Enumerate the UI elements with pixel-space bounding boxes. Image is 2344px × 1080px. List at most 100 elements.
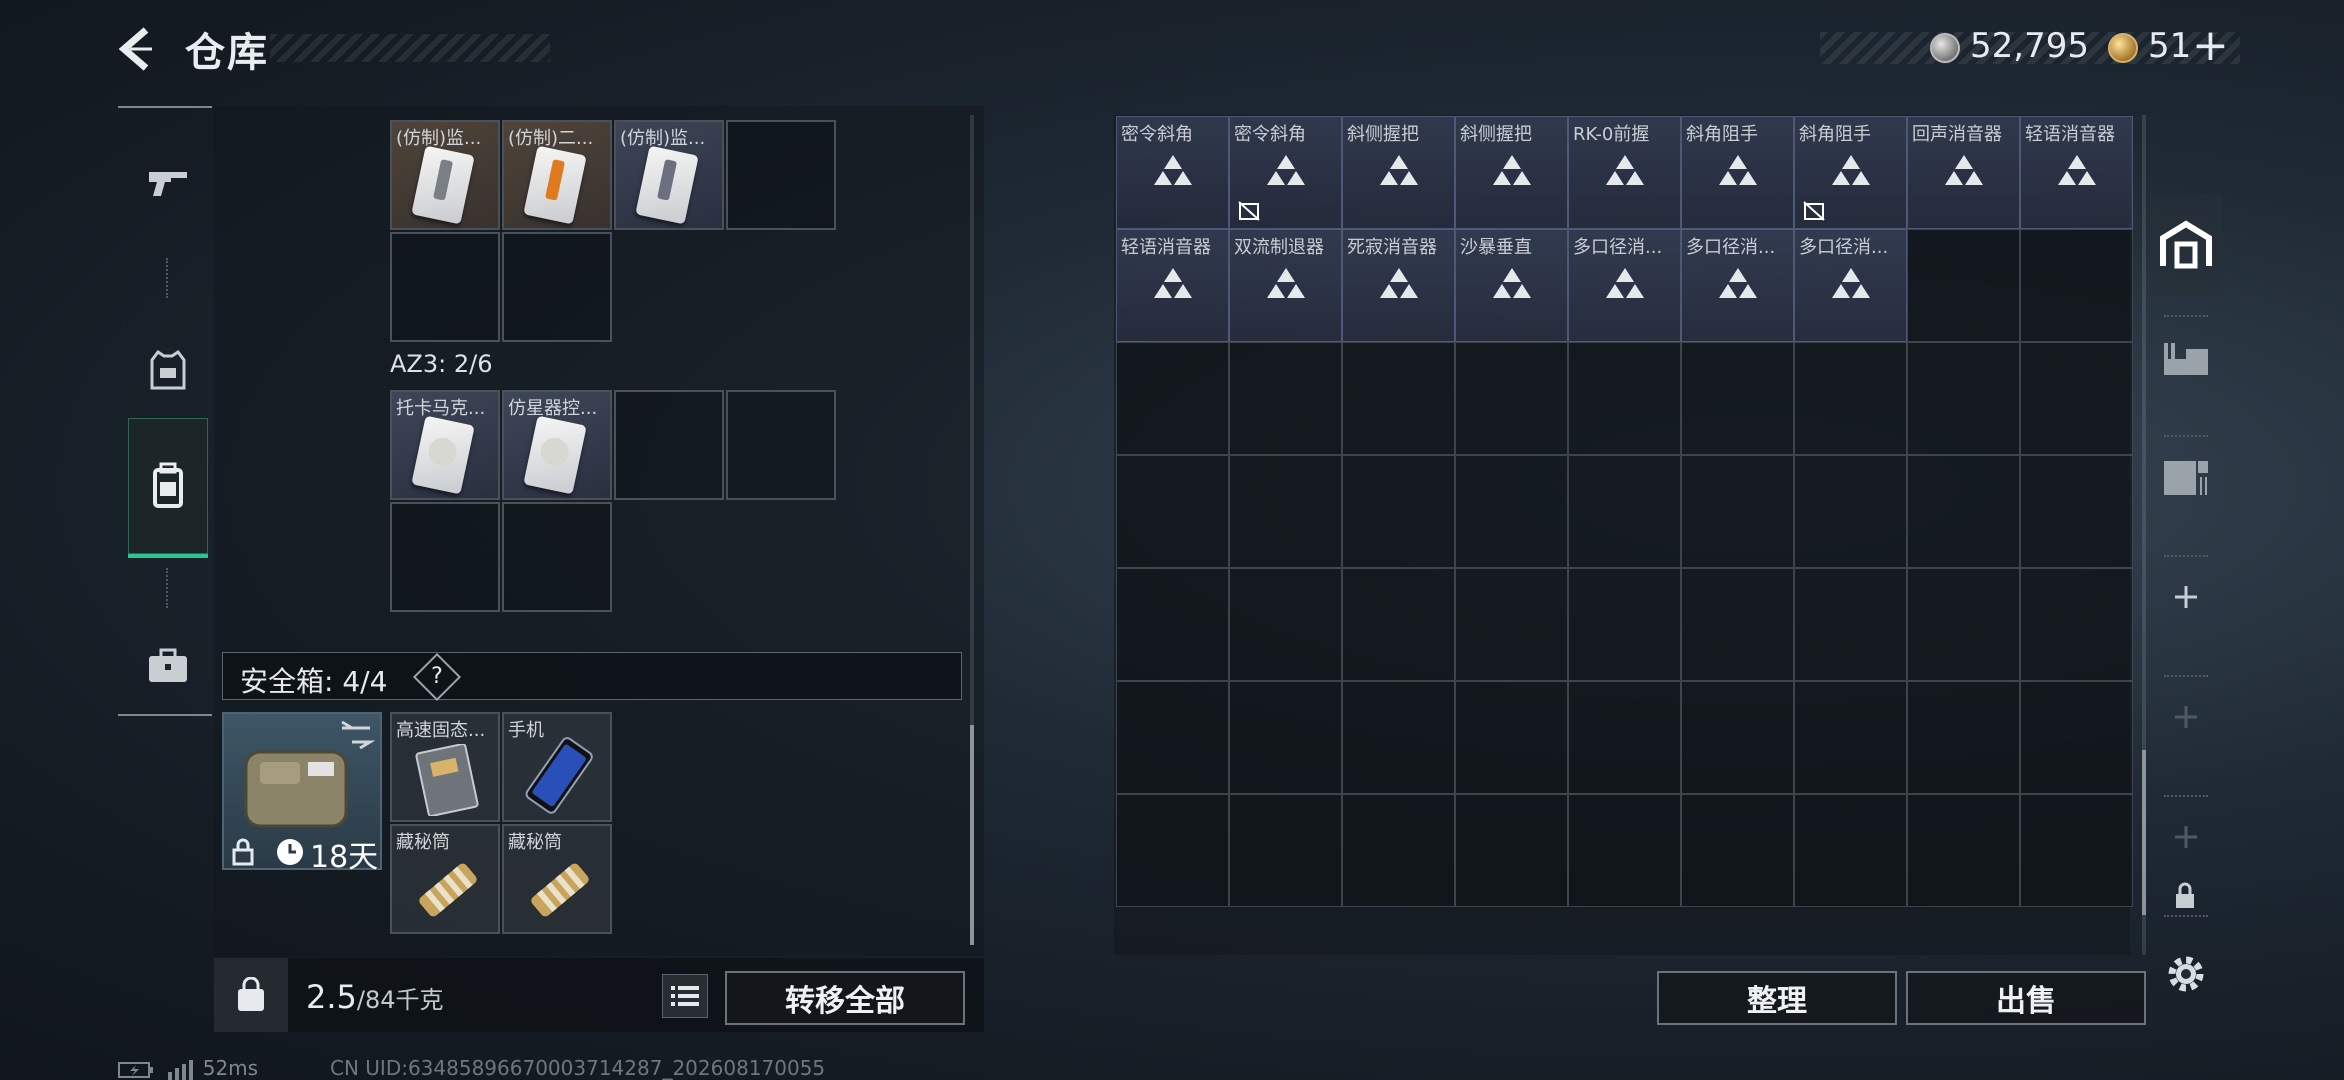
stash-item-slot[interactable]: RK-0前握	[1568, 116, 1681, 229]
empty-slot[interactable]	[502, 502, 612, 612]
weight-lock-button[interactable]	[214, 958, 288, 1032]
sell-button[interactable]: 出售	[1906, 971, 2146, 1025]
safe-box-label: 安全箱: 4/4	[240, 665, 388, 698]
empty-slot[interactable]	[390, 502, 500, 612]
stash-item-slot[interactable]: 斜角阻手	[1794, 116, 1907, 229]
stash-empty-slot[interactable]	[1681, 455, 1794, 568]
item-slot[interactable]: 高速固态...	[390, 712, 500, 822]
stash-empty-slot[interactable]	[2020, 342, 2133, 455]
add-stash-tab-button[interactable]	[2150, 667, 2222, 767]
empty-slot[interactable]	[726, 120, 836, 230]
stash-empty-slot[interactable]	[1681, 568, 1794, 681]
item-slot[interactable]: 仿星器控...	[502, 390, 612, 500]
stash-empty-slot[interactable]	[1116, 681, 1229, 794]
stash-empty-slot[interactable]	[1116, 794, 1229, 907]
stash-item-slot[interactable]: 死寂消音器	[1342, 229, 1455, 342]
stash-item-slot[interactable]: 轻语消音器	[1116, 229, 1229, 342]
keycard-icon	[523, 415, 587, 495]
stash-item-slot[interactable]: 双流制退器	[1229, 229, 1342, 342]
item-slot[interactable]: (仿制)二...	[502, 120, 612, 230]
tab-weapons[interactable]	[128, 114, 208, 250]
stash-empty-slot[interactable]	[1455, 455, 1568, 568]
tab-stash-2[interactable]	[2150, 307, 2222, 407]
stash-item-slot[interactable]: 多口径消...	[1681, 229, 1794, 342]
stash-empty-slot[interactable]	[1229, 794, 1342, 907]
stash-empty-slot[interactable]	[1455, 681, 1568, 794]
stash-empty-slot[interactable]	[1794, 455, 1907, 568]
stash-empty-slot[interactable]	[1794, 342, 1907, 455]
stash-empty-slot[interactable]	[1794, 794, 1907, 907]
stash-empty-slot[interactable]	[1342, 568, 1455, 681]
stash-item-slot[interactable]: 沙暴垂直	[1455, 229, 1568, 342]
stash-empty-slot[interactable]	[1907, 342, 2020, 455]
stash-empty-slot[interactable]	[1568, 681, 1681, 794]
stash-empty-slot[interactable]	[1907, 568, 2020, 681]
stash-empty-slot[interactable]	[1455, 342, 1568, 455]
list-view-button[interactable]	[662, 974, 708, 1018]
stash-empty-slot[interactable]	[1229, 455, 1342, 568]
stash-empty-slot[interactable]	[1229, 342, 1342, 455]
item-slot[interactable]: 藏秘筒	[502, 824, 612, 934]
stash-empty-slot[interactable]	[1342, 342, 1455, 455]
stash-empty-slot[interactable]	[1907, 229, 2020, 342]
stash-empty-slot[interactable]	[1342, 455, 1455, 568]
tab-case[interactable]	[128, 598, 208, 734]
stash-item-slot[interactable]: 斜侧握把	[1455, 116, 1568, 229]
stash-item-slot[interactable]: 斜侧握把	[1342, 116, 1455, 229]
stash-item-slot[interactable]: 斜角阻手	[1681, 116, 1794, 229]
stash-empty-slot[interactable]	[1907, 455, 2020, 568]
stash-empty-slot[interactable]	[1568, 455, 1681, 568]
stash-empty-slot[interactable]	[1116, 342, 1229, 455]
stash-empty-slot[interactable]	[1794, 568, 1907, 681]
stash-empty-slot[interactable]	[1455, 794, 1568, 907]
empty-slot[interactable]	[726, 390, 836, 500]
stash-empty-slot[interactable]	[1681, 794, 1794, 907]
item-slot[interactable]: 托卡马克...	[390, 390, 500, 500]
stash-empty-slot[interactable]	[1342, 681, 1455, 794]
stash-empty-slot[interactable]	[1116, 568, 1229, 681]
sort-button[interactable]: 整理	[1657, 971, 1897, 1025]
item-slot[interactable]: (仿制)监...	[614, 120, 724, 230]
stash-empty-slot[interactable]	[1907, 794, 2020, 907]
stash-item-slot[interactable]: 密令斜角	[1116, 116, 1229, 229]
item-slot[interactable]: 手机	[502, 712, 612, 822]
add-currency-button[interactable]: +	[2192, 20, 2229, 71]
stash-empty-slot[interactable]	[2020, 794, 2133, 907]
empty-slot[interactable]	[614, 390, 724, 500]
tab-backpack[interactable]	[128, 418, 208, 558]
stash-empty-slot[interactable]	[1229, 681, 1342, 794]
stash-empty-slot[interactable]	[1907, 681, 2020, 794]
transfer-all-button[interactable]: 转移全部	[725, 971, 965, 1025]
back-arrow-icon[interactable]	[112, 24, 162, 74]
stash-item-slot[interactable]: 多口径消...	[1568, 229, 1681, 342]
item-slot[interactable]: (仿制)监...	[390, 120, 500, 230]
item-slot[interactable]: 藏秘筒	[390, 824, 500, 934]
empty-slot[interactable]	[502, 232, 612, 342]
stash-item-slot[interactable]: 轻语消音器	[2020, 116, 2133, 229]
stash-empty-slot[interactable]	[1568, 568, 1681, 681]
empty-slot[interactable]	[390, 232, 500, 342]
backpack-scrollbar-thumb[interactable]	[970, 725, 974, 945]
add-stash-tab-button[interactable]	[2150, 787, 2222, 887]
stash-empty-slot[interactable]	[1681, 342, 1794, 455]
stash-item-slot[interactable]: 多口径消...	[1794, 229, 1907, 342]
stash-empty-slot[interactable]	[1229, 568, 1342, 681]
stash-empty-slot[interactable]	[1455, 568, 1568, 681]
stash-empty-slot[interactable]	[1568, 794, 1681, 907]
stash-empty-slot[interactable]	[2020, 681, 2133, 794]
add-stash-tab-button[interactable]	[2150, 547, 2222, 647]
settings-gear-icon[interactable]	[2162, 950, 2210, 998]
stash-empty-slot[interactable]	[1342, 794, 1455, 907]
tab-stash-3[interactable]	[2150, 427, 2222, 527]
stash-empty-slot[interactable]	[1794, 681, 1907, 794]
stash-empty-slot[interactable]	[2020, 229, 2133, 342]
stash-item-slot[interactable]: 密令斜角	[1229, 116, 1342, 229]
stash-empty-slot[interactable]	[1568, 342, 1681, 455]
stash-empty-slot[interactable]	[1116, 455, 1229, 568]
stash-empty-slot[interactable]	[1681, 681, 1794, 794]
stash-item-slot[interactable]: 回声消音器	[1907, 116, 2020, 229]
tab-stash-main[interactable]	[2150, 195, 2222, 295]
stash-scrollbar-thumb[interactable]	[2142, 750, 2146, 915]
stash-empty-slot[interactable]	[2020, 455, 2133, 568]
stash-empty-slot[interactable]	[2020, 568, 2133, 681]
